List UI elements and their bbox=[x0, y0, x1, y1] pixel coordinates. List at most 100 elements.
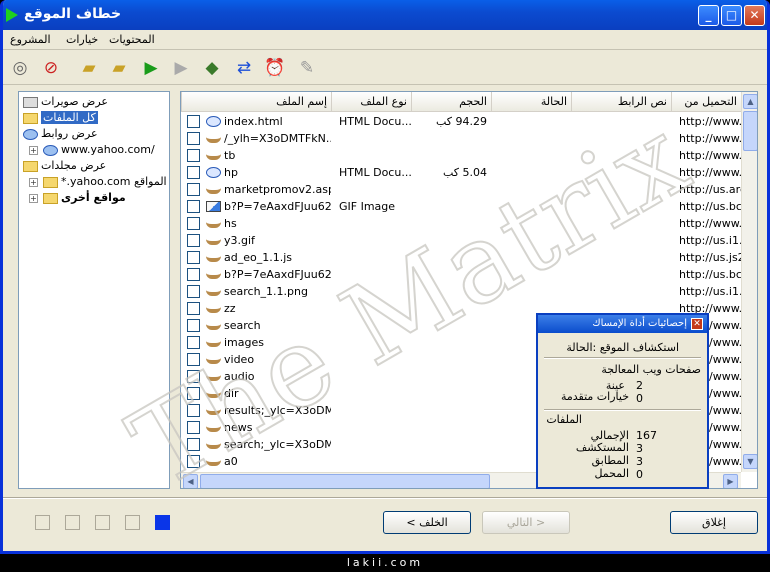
sample-value: 2 bbox=[636, 379, 643, 392]
tree-item-folders[interactable]: عرض مجلدات bbox=[23, 158, 106, 174]
column-link-text[interactable]: نص الرابط bbox=[571, 92, 671, 112]
menu-contents[interactable]: المحتويات bbox=[109, 33, 155, 46]
tree-item-links[interactable]: عرض روابط bbox=[23, 126, 98, 142]
scroll-up-icon[interactable]: ▲ bbox=[743, 94, 757, 109]
download-url: http://us.bc.y bbox=[679, 268, 741, 281]
row-checkbox[interactable] bbox=[187, 268, 200, 281]
column-name[interactable]: إسم الملف bbox=[181, 92, 331, 112]
maximize-button[interactable]: □ bbox=[721, 5, 742, 26]
minimize-button[interactable]: _ bbox=[698, 5, 719, 26]
tree-item-all-files[interactable]: كل الملفات bbox=[23, 110, 98, 126]
scroll-down-icon[interactable]: ▼ bbox=[743, 454, 757, 469]
column-size[interactable]: الحجم bbox=[411, 92, 491, 112]
folder-save-icon[interactable]: ▰ bbox=[107, 56, 131, 80]
file-size bbox=[419, 368, 491, 385]
play-icon[interactable]: ▶ bbox=[139, 56, 163, 80]
stats-title[interactable]: إحصائيات أداة الإمساك bbox=[538, 315, 707, 333]
row-checkbox[interactable] bbox=[187, 421, 200, 434]
row-checkbox[interactable] bbox=[187, 336, 200, 349]
table-row[interactable]: hs http://www.y bbox=[181, 215, 741, 232]
row-checkbox[interactable] bbox=[187, 404, 200, 417]
clock-icon[interactable]: ⏰ bbox=[263, 56, 287, 80]
row-checkbox[interactable] bbox=[187, 166, 200, 179]
file-type: HTML Docu... bbox=[339, 115, 411, 128]
next-button[interactable]: < التالي bbox=[482, 511, 570, 534]
file-type bbox=[339, 368, 411, 385]
plugin-icon[interactable]: ✎ bbox=[295, 56, 319, 80]
file-size bbox=[419, 147, 491, 164]
image-file-icon bbox=[206, 201, 221, 212]
tree-item-yahoo-link[interactable]: www.yahoo.com/ bbox=[43, 142, 155, 158]
table-row[interactable]: index.html HTML Docu... 94.29 كب http://www… bbox=[181, 113, 741, 130]
row-checkbox[interactable] bbox=[187, 285, 200, 298]
table-row[interactable]: search_1.1.png http://us.i1.y bbox=[181, 283, 741, 300]
tree-item-images[interactable]: عرض صويرات bbox=[23, 94, 108, 110]
tree-item-other-sites[interactable]: مواقع أخرى bbox=[43, 190, 126, 206]
row-checkbox[interactable] bbox=[187, 455, 200, 468]
table-row[interactable]: marketpromov2.asp... http://us.ard. bbox=[181, 181, 741, 198]
vertical-scrollbar[interactable]: ▲ ▼ bbox=[741, 92, 757, 472]
back-button[interactable]: الخلف > bbox=[383, 511, 471, 534]
column-download-from[interactable]: التحميل من bbox=[671, 92, 741, 112]
globe-icon bbox=[43, 144, 58, 156]
binoculars-icon[interactable]: ◎ bbox=[8, 56, 32, 80]
row-checkbox[interactable] bbox=[187, 251, 200, 264]
folder-open-icon[interactable]: ▰ bbox=[77, 56, 101, 80]
column-type[interactable]: نوع الملف bbox=[331, 92, 411, 112]
table-row[interactable]: b?P=7eAaxdFJuu62j... http://us.bc.y bbox=[181, 266, 741, 283]
expand-icon[interactable]: + bbox=[29, 146, 38, 155]
tree-item-sites[interactable]: *.yahoo.com المواقع bbox=[43, 174, 167, 190]
row-checkbox[interactable] bbox=[187, 115, 200, 128]
row-checkbox[interactable] bbox=[187, 132, 200, 145]
expand-icon[interactable]: + bbox=[29, 178, 38, 187]
stop-search-icon[interactable]: ⊘ bbox=[39, 56, 63, 80]
table-row[interactable]: b?P=7eAaxdFJuu62j... GIF Image http://us.b… bbox=[181, 198, 741, 215]
row-checkbox[interactable] bbox=[187, 234, 200, 247]
download-url: http://us.bc.y bbox=[679, 200, 741, 213]
close-window-button[interactable]: ✕ bbox=[744, 5, 765, 26]
row-checkbox[interactable] bbox=[187, 200, 200, 213]
title-bar[interactable]: خطاف الموقع _ □ ✕ bbox=[3, 0, 767, 30]
menu-project[interactable]: المشروع bbox=[10, 33, 51, 46]
table-row[interactable]: tb http://www.y bbox=[181, 147, 741, 164]
divider bbox=[544, 409, 701, 411]
row-checkbox[interactable] bbox=[187, 149, 200, 162]
row-checkbox[interactable] bbox=[187, 370, 200, 383]
stats-pages-heading: صفحات ويب المعالجة bbox=[601, 363, 701, 376]
close-button[interactable]: إغلاق bbox=[670, 511, 758, 534]
step-indicator bbox=[35, 515, 50, 530]
table-row[interactable]: hp HTML Docu... 5.04 كب http://www.y bbox=[181, 164, 741, 181]
scroll-right-icon[interactable]: ▶ bbox=[723, 474, 738, 488]
scroll-left-icon[interactable]: ◀ bbox=[183, 474, 198, 488]
file-name: search;_ylc=X3oDM... bbox=[224, 438, 331, 451]
row-checkbox[interactable] bbox=[187, 387, 200, 400]
row-checkbox[interactable] bbox=[187, 438, 200, 451]
refresh-icon[interactable]: ⇄ bbox=[232, 56, 256, 80]
link-icon bbox=[206, 390, 221, 398]
menu-options[interactable]: خيارات bbox=[66, 33, 98, 46]
row-checkbox[interactable] bbox=[187, 183, 200, 196]
folder-tree: عرض صويرات كل الملفات عرض روابط + www.ya… bbox=[18, 91, 170, 489]
table-row[interactable]: /_ylh=X3oDMTFkN... http://www.y bbox=[181, 130, 741, 147]
expand-icon[interactable]: + bbox=[29, 194, 38, 203]
file-size bbox=[419, 249, 491, 266]
file-type bbox=[339, 300, 411, 317]
stats-close-icon[interactable]: ✕ bbox=[691, 318, 703, 330]
file-name: y3.gif bbox=[224, 234, 255, 247]
table-row[interactable]: y3.gif http://us.i1.y bbox=[181, 232, 741, 249]
settings-icon[interactable]: ◆ bbox=[200, 56, 224, 80]
file-size bbox=[419, 351, 491, 368]
row-checkbox[interactable] bbox=[187, 302, 200, 315]
link-icon bbox=[206, 458, 221, 466]
row-checkbox[interactable] bbox=[187, 319, 200, 332]
row-checkbox[interactable] bbox=[187, 353, 200, 366]
scroll-thumb[interactable] bbox=[743, 111, 757, 151]
play-gray-icon[interactable]: ▶ bbox=[169, 56, 193, 80]
step-indicator bbox=[95, 515, 110, 530]
table-row[interactable]: ad_eo_1.1.js http://us.js2. bbox=[181, 249, 741, 266]
column-status[interactable]: الحالة bbox=[491, 92, 571, 112]
hscroll-thumb[interactable] bbox=[200, 474, 490, 488]
file-type bbox=[339, 402, 411, 419]
row-checkbox[interactable] bbox=[187, 217, 200, 230]
file-name: video bbox=[224, 353, 255, 366]
